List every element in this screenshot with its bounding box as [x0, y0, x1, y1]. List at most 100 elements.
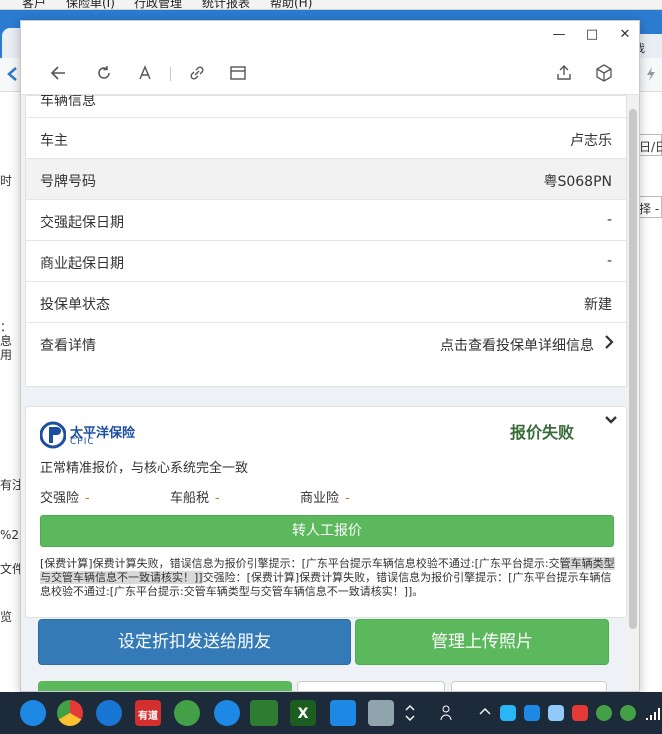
scrollbar-thumb[interactable] — [629, 109, 637, 629]
youdao-icon[interactable]: 有道 — [135, 700, 161, 726]
bg-tab-left[interactable] — [2, 28, 22, 58]
partial-button[interactable] — [297, 681, 445, 691]
refresh-icon[interactable] — [94, 63, 114, 83]
row-value: - — [606, 212, 612, 228]
fee-value: - — [345, 491, 350, 506]
link-icon[interactable] — [187, 63, 207, 83]
window-icon[interactable] — [228, 63, 248, 83]
360-browser-icon[interactable] — [174, 700, 200, 726]
people-icon[interactable] — [440, 704, 456, 722]
row-label: 号牌号码 — [40, 174, 96, 190]
fee-compulsory: 交强险 - — [40, 487, 90, 506]
quote-status: 报价失败 — [510, 423, 575, 442]
info-row-commercial-date: 商业起保日期 - — [26, 240, 626, 281]
font-icon[interactable] — [135, 63, 155, 83]
quote-description: 正常精准报价，与核心系统完全一致 — [40, 461, 249, 476]
close-button[interactable]: ✕ — [615, 27, 635, 42]
youdao-label: 有道 — [138, 711, 158, 722]
tray-icon[interactable] — [548, 705, 564, 721]
sogou-icon[interactable] — [96, 700, 122, 726]
tray-icon[interactable] — [524, 705, 540, 721]
company-sub: CPIC — [70, 437, 95, 447]
manage-photos-button[interactable]: 管理上传照片 — [355, 619, 609, 665]
background-left-panel: 时 ： 息 用 有注 %2 文件 览 — [0, 92, 24, 692]
discount-send-button[interactable]: 设定折扣发送给朋友 — [38, 619, 351, 665]
app-icon[interactable] — [368, 700, 394, 726]
fee-label: 车船税 — [170, 491, 210, 506]
taskbar-scroll-icon[interactable] — [405, 704, 415, 722]
chevron-up-icon[interactable] — [478, 706, 492, 716]
fee-vehicle-tax: 车船税 - — [170, 487, 220, 506]
cpic-logo-icon — [40, 421, 66, 449]
vehicle-info-card: 车辆信息 车主 卢志乐 号牌号码 粤S068PN 交强起保日期 - 商业起保日期… — [25, 95, 627, 387]
excel-label: X — [297, 706, 309, 722]
bg-back-icon[interactable] — [6, 66, 20, 82]
row-label: 查看详情 — [40, 338, 96, 354]
row-value: 卢志乐 — [570, 133, 612, 149]
bg-left-text: %2 — [0, 528, 20, 542]
row-label: 投保单状态 — [40, 297, 110, 313]
manual-quote-button[interactable]: 转人工报价 — [40, 515, 614, 547]
row-value: - — [606, 253, 612, 269]
network-icon[interactable] — [644, 704, 660, 722]
info-row-owner: 车主 卢志乐 — [26, 117, 626, 158]
maximize-button[interactable]: □ — [582, 27, 602, 42]
partial-button[interactable] — [451, 681, 607, 691]
wechat-tray-icon[interactable] — [596, 705, 612, 721]
info-row-plate: 号牌号码 粤S068PN — [26, 158, 626, 199]
toolbar-separator — [170, 67, 171, 81]
fee-label: 商业险 — [300, 491, 340, 506]
row-value: 粤S068PN — [543, 174, 612, 190]
popup-window: — □ ✕ 车辆信息 车主 卢志乐 号牌号码 粤S068PN 交强起保日期 - — [20, 20, 640, 692]
details-link[interactable]: 点击查看投保单详细信息 — [440, 335, 594, 355]
fee-value: - — [215, 491, 220, 506]
fee-commercial: 商业险 - — [300, 487, 350, 506]
page-content: 车辆信息 车主 卢志乐 号牌号码 粤S068PN 交强起保日期 - 商业起保日期… — [21, 95, 639, 691]
cpic-logo: 太平洋保险 CPIC — [40, 421, 150, 451]
browser-app-icon[interactable] — [20, 700, 46, 726]
cube-icon[interactable] — [594, 63, 614, 83]
bg-date-text: 日/日 — [639, 140, 662, 154]
minimize-button[interactable]: — — [549, 27, 569, 42]
row-label: 商业起保日期 — [40, 256, 124, 272]
info-row-details[interactable]: 查看详情 点击查看投保单详细信息 — [26, 322, 626, 363]
error-message: [保费计算]保费计算失败，错误信息为报价引擎提示：[广东平台提示车辆信息校验不通… — [40, 557, 618, 599]
excel-icon[interactable]: X — [290, 700, 316, 726]
row-label: 交强起保日期 — [40, 215, 124, 231]
taskbar: 有道 X — [0, 692, 662, 734]
row-value: 新建 — [584, 297, 612, 313]
bg-left-text: 用 — [0, 348, 13, 362]
tray-icon[interactable] — [500, 705, 516, 721]
browser-toolbar — [21, 51, 639, 95]
wechat-icon[interactable] — [250, 700, 278, 726]
bg-left-text: 览 — [0, 610, 13, 624]
back-icon[interactable] — [49, 63, 69, 83]
bg-menu-item[interactable]: 行政管理 — [134, 0, 182, 9]
chevron-down-icon[interactable] — [604, 415, 618, 425]
info-row-status: 投保单状态 新建 — [26, 281, 626, 322]
bg-menu-item[interactable]: 统计报表 — [202, 0, 250, 9]
fee-label: 交强险 — [40, 491, 80, 506]
wechat-tray-icon[interactable] — [620, 705, 636, 721]
background-menubar: 客户 保险单(I) 行政管理 统计报表 帮助(H) — [0, 0, 662, 10]
row-label: 车主 — [40, 133, 68, 149]
section-title: 车辆信息 — [40, 95, 96, 109]
info-row-compulsory-date: 交强起保日期 - — [26, 199, 626, 240]
tray-icon[interactable] — [572, 705, 588, 721]
quote-card: 太平洋保险 CPIC 报价失败 正常精准报价，与核心系统完全一致 交强险 - 车船… — [25, 406, 627, 618]
app-icon[interactable] — [330, 700, 356, 726]
bg-bolt-icon — [647, 67, 655, 81]
error-text: [保费计算]保费计算失败，错误信息为报价引擎提示：[广东平台提示车辆信息校验不通… — [40, 557, 560, 570]
scrollbar[interactable] — [627, 95, 639, 691]
partial-button[interactable] — [38, 681, 292, 691]
bg-menu-item[interactable]: 帮助(H) — [270, 0, 312, 9]
fee-value: - — [85, 491, 90, 506]
chrome-icon[interactable] — [57, 700, 83, 726]
window-titlebar: — □ ✕ — [21, 21, 639, 51]
bg-menu-item[interactable]: 保险单(I) — [66, 0, 115, 9]
bg-menu-item[interactable]: 客户 — [22, 0, 46, 9]
bg-select-text: 择 - — [639, 202, 660, 216]
ie-icon[interactable] — [214, 700, 240, 726]
share-icon[interactable] — [554, 63, 574, 83]
chevron-right-icon — [605, 335, 614, 349]
